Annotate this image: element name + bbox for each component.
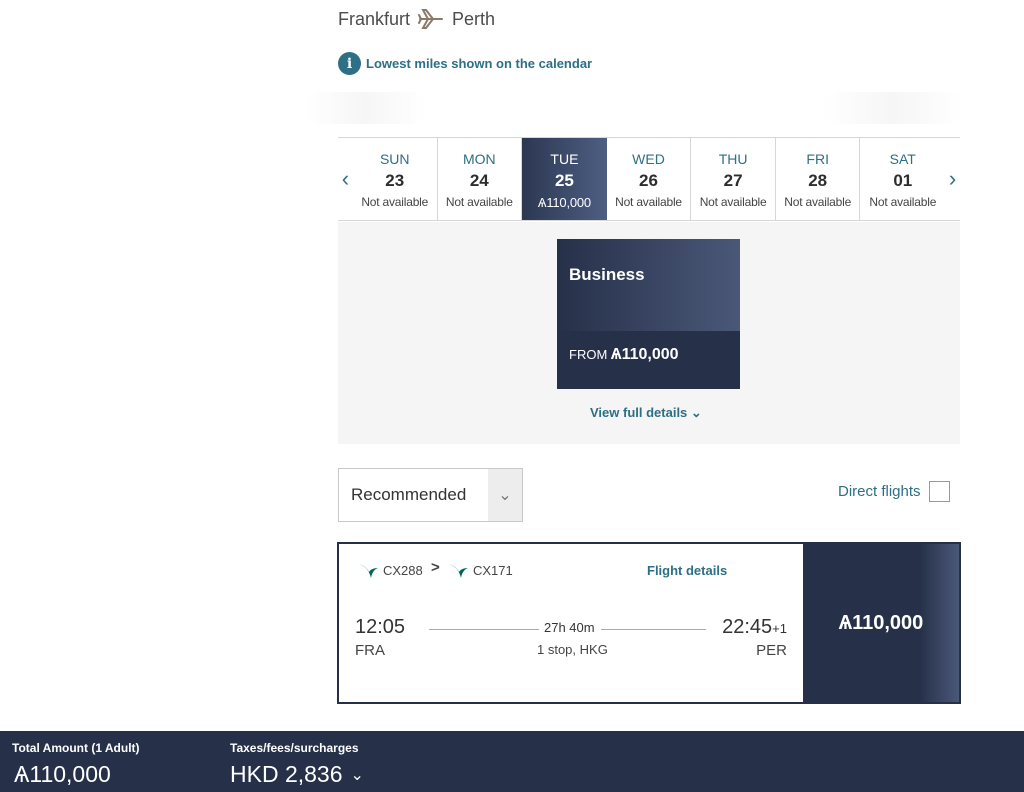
flight-stops: 1 stop, HKG — [537, 642, 608, 657]
placeholder-shape — [305, 92, 427, 124]
day-date: 01 — [893, 171, 913, 190]
chevron-left-icon[interactable]: ‹ — [338, 138, 353, 220]
day-of-week: SUN — [379, 151, 410, 167]
day-date: 23 — [385, 171, 405, 190]
chevron-down-icon: ⌄ — [488, 469, 522, 521]
calendar-day-fri[interactable]: FRI 28 Not available — [776, 138, 861, 220]
date-calendar: ‹ SUN 23 Not available MON 24 Not available TU… — [338, 137, 960, 221]
direct-flights-label[interactable]: Direct flights — [838, 483, 921, 500]
calendar-day-sat[interactable]: SAT 01 Not available — [860, 138, 945, 220]
day-status: Not available — [784, 195, 852, 209]
route-header: Frankfurt Perth — [338, 8, 495, 30]
flight-segment: CX288 — [357, 560, 423, 580]
day-of-week: SAT — [889, 151, 916, 167]
segment-separator: > — [431, 559, 440, 576]
arrival-day-offset: +1 — [772, 621, 787, 636]
origin-city: Frankfurt — [338, 8, 411, 29]
info-note: i Lowest miles shown on the calendar — [338, 52, 592, 75]
taxes-toggle[interactable]: HKD 2,836 ⌄ — [230, 761, 364, 788]
direct-flights-filter: Direct flights — [838, 481, 950, 502]
flight-info: CX288 > CX171 Flight details 12:05 FRA 2… — [339, 544, 803, 702]
taxes-value: HKD 2,836 — [230, 761, 343, 787]
arrival-time: 22:45+1 — [722, 616, 787, 639]
route-line — [601, 629, 706, 630]
info-icon: i — [338, 52, 361, 75]
day-of-week: THU — [718, 151, 748, 167]
calendar-day-wed[interactable]: WED 26 Not available — [607, 138, 692, 220]
day-status: Not available — [445, 195, 513, 209]
day-status: Not available — [869, 195, 937, 209]
destination-city: Perth — [452, 8, 496, 29]
day-status: Ѧ110,000 — [537, 194, 591, 210]
page: Frankfurt Perth i Lowest miles shown on … — [0, 0, 1024, 792]
day-of-week: WED — [632, 151, 665, 167]
info-text: Lowest miles shown on the calendar — [366, 56, 593, 71]
view-details-label: View full details — [590, 405, 688, 420]
chevron-down-icon: ⌄ — [690, 405, 702, 420]
day-status: Not available — [615, 195, 682, 209]
cabin-card-business[interactable]: Business FROM Ѧ110,000 — [557, 239, 740, 389]
summary-footer: Total Amount (1 Adult) Ѧ110,000 Taxes/fe… — [0, 731, 1024, 792]
cabin-price-value: Ѧ110,000 — [610, 346, 679, 363]
flight-number-2: CX171 — [473, 562, 513, 578]
total-amount-label: Total Amount (1 Adult) — [12, 741, 140, 755]
day-of-week: TUE — [550, 150, 579, 167]
flight-number-1: CX288 — [383, 562, 423, 578]
flight-price-button[interactable]: Ѧ110,000 — [803, 544, 959, 702]
day-status: Not available — [699, 195, 767, 209]
calendar-day-sun[interactable]: SUN 23 Not available — [353, 138, 438, 220]
day-date: 28 — [808, 171, 828, 190]
cabin-name: Business — [557, 239, 740, 331]
day-status: Not available — [361, 195, 429, 209]
plane-icon — [418, 9, 444, 29]
direct-flights-checkbox[interactable] — [928, 481, 950, 502]
airline-logo-icon — [449, 564, 468, 578]
calendar-day-tue[interactable]: TUE 25 Ѧ110,000 — [522, 138, 607, 220]
placeholder-shape — [822, 92, 964, 124]
departure-code: FRA — [355, 642, 385, 659]
sort-dropdown[interactable]: Recommended ⌄ — [338, 468, 523, 522]
day-of-week: MON — [462, 151, 496, 167]
day-date: 24 — [469, 171, 489, 190]
day-date: 26 — [639, 171, 658, 190]
day-date: 25 — [554, 170, 574, 190]
departure-time: 12:05 — [355, 616, 406, 638]
calendar-day-thu[interactable]: THU 27 Not available — [691, 138, 776, 220]
flight-details-link[interactable]: Flight details — [647, 563, 727, 578]
calendar-days: SUN 23 Not available MON 24 Not available TUE 2… — [353, 138, 945, 220]
airline-logo-icon — [359, 564, 378, 578]
flight-duration: 27h 40m — [544, 620, 595, 635]
taxes-label: Taxes/fees/surcharges — [230, 741, 359, 755]
sort-value: Recommended — [351, 485, 467, 504]
flight-price: Ѧ110,000 — [838, 611, 924, 634]
calendar-day-mon[interactable]: MON 24 Not available — [438, 138, 523, 220]
route-line — [429, 629, 539, 630]
arrival-code: PER — [756, 642, 787, 659]
chevron-right-icon[interactable]: › — [945, 138, 960, 220]
flight-card: CX288 > CX171 Flight details 12:05 FRA 2… — [337, 542, 961, 704]
arrival-time-value: 22:45 — [722, 616, 773, 638]
total-amount-value: Ѧ110,000 — [14, 761, 111, 787]
chevron-down-icon: ⌄ — [350, 766, 364, 784]
cabin-price: FROM Ѧ110,000 — [557, 331, 740, 379]
cabin-panel: Business FROM Ѧ110,000 View full details… — [338, 222, 960, 444]
day-of-week: FRI — [806, 151, 829, 167]
day-date: 27 — [723, 171, 743, 190]
view-full-details-link[interactable]: View full details ⌄ — [590, 405, 702, 421]
flight-segment: CX171 — [447, 560, 513, 580]
cabin-from-label: FROM — [569, 347, 608, 362]
